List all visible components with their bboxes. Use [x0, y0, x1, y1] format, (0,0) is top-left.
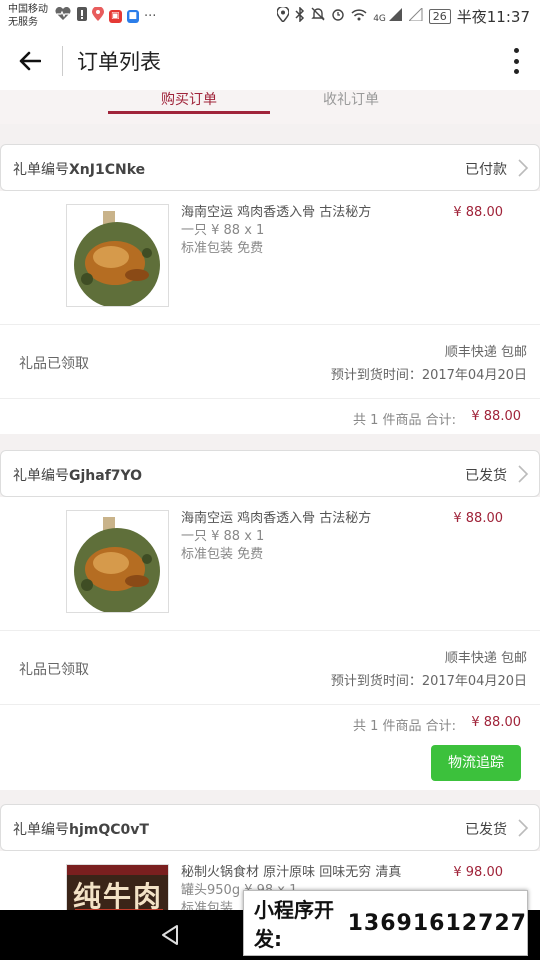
- item-count-summary: 共 1 件商品 合计:: [352, 719, 456, 734]
- order-status: 已发货: [465, 468, 507, 484]
- product-name: 秘制火锅食材 原汁原味 回味无穷 清真: [181, 865, 402, 880]
- bluetooth-icon: [295, 5, 305, 26]
- gift-status: 礼品已领取: [19, 662, 89, 678]
- tab-label: 收礼订单: [323, 92, 379, 108]
- app-notification-icon: ▣: [109, 9, 122, 23]
- product-image: [66, 204, 169, 307]
- order-header[interactable]: 礼单编号XnJ1CNke 已付款: [0, 144, 540, 191]
- product-price: ¥ 88.00: [453, 511, 503, 526]
- estimated-arrival: 预计到货时间：2017年04月20日: [330, 674, 527, 689]
- order-summary: 共 1 件商品 合计: ¥ 88.00 物流追踪: [0, 704, 540, 790]
- battery-level: 26: [432, 9, 447, 23]
- order-tabs: 购买订单 收礼订单: [0, 90, 540, 124]
- roast-chicken-image: [67, 511, 168, 612]
- order-card: 礼单编号Gjhaf7YO 已发货 海南空运 鸡肉香透入骨 古法秘方 一只 ¥ 8…: [0, 450, 540, 790]
- product-image-label: 纯牛肉: [73, 880, 164, 910]
- nav-back-icon[interactable]: [160, 924, 180, 946]
- order-status: 已付款: [465, 162, 507, 178]
- tab-label: 购买订单: [161, 92, 217, 108]
- more-dot-icon: [513, 58, 519, 64]
- carrier-info: 中国移动 无服务: [8, 3, 48, 29]
- developer-ad-banner: 小程序开发: 13691612727: [243, 890, 528, 956]
- heart-rate-icon: [54, 6, 72, 25]
- order-total: ¥ 88.00: [471, 409, 521, 424]
- product-price: ¥ 88.00: [453, 205, 503, 220]
- more-dot-icon: [513, 48, 519, 53]
- signal-label: 4G: [373, 14, 386, 24]
- product-name: 海南空运 鸡肉香透入骨 古法秘方: [181, 205, 372, 220]
- estimated-arrival: 预计到货时间：2017年04月20日: [330, 368, 527, 383]
- product-name: 海南空运 鸡肉香透入骨 古法秘方: [181, 511, 372, 526]
- product-packaging: 标准包装 免费: [181, 241, 264, 256]
- mute-icon: [311, 7, 325, 25]
- location-icon: [276, 5, 290, 26]
- carrier-name: 中国移动: [8, 4, 48, 15]
- order-total: ¥ 88.00: [471, 715, 521, 730]
- back-button[interactable]: [0, 32, 60, 90]
- shipping-method: 顺丰快递 包邮: [444, 345, 527, 360]
- tab-received-gift-orders[interactable]: 收礼订单: [270, 90, 432, 124]
- product-image: [66, 510, 169, 613]
- order-list[interactable]: 礼单编号XnJ1CNke 已付款 海南空运 鸡肉香透入骨 古法秘方 一只 ¥ 8…: [0, 124, 540, 910]
- order-header[interactable]: 礼单编号hjmQC0vT 已发货: [0, 804, 540, 851]
- order-item[interactable]: 海南空运 鸡肉香透入骨 古法秘方 一只 ¥ 88 x 1 标准包装 免费 ¥ 8…: [0, 191, 540, 324]
- product-quantity: 一只 ¥ 88 x 1: [181, 529, 265, 544]
- battery-icon: 26: [428, 8, 451, 24]
- shipping-info: 礼品已领取 顺丰快递 包邮 预计到货时间：2017年04月20日: [0, 324, 540, 398]
- carrier-service: 无服务: [8, 17, 38, 28]
- order-id-prefix: 礼单编号: [13, 822, 69, 838]
- order-card: 礼单编号XnJ1CNke 已付款 海南空运 鸡肉香透入骨 古法秘方 一只 ¥ 8…: [0, 144, 540, 434]
- order-id-prefix: 礼单编号: [13, 468, 69, 484]
- news-app-icon: ■: [126, 9, 140, 23]
- arrow-left-icon: [19, 51, 41, 71]
- tab-purchase-orders[interactable]: 购买订单: [108, 90, 270, 124]
- order-header[interactable]: 礼单编号Gjhaf7YO 已发货: [0, 450, 540, 497]
- chevron-right-icon: [518, 159, 529, 177]
- chevron-right-icon: [518, 465, 529, 483]
- ad-label: 小程序开发:: [254, 898, 334, 951]
- order-id-value: hjmQC0vT: [69, 822, 149, 838]
- order-id-value: XnJ1CNke: [69, 162, 146, 178]
- roast-chicken-image: [67, 205, 168, 306]
- shipping-method: 顺丰快递 包邮: [444, 651, 527, 666]
- active-tab-indicator: [108, 111, 270, 114]
- order-summary: 共 1 件商品 合计: ¥ 88.00: [0, 398, 540, 434]
- map-pin-app-icon: [92, 6, 104, 25]
- gift-status: 礼品已领取: [19, 356, 89, 372]
- chevron-right-icon: [518, 819, 529, 837]
- alert-icon: [77, 7, 87, 25]
- order-id-value: Gjhaf7YO: [69, 468, 143, 484]
- ad-phone: 13691612727: [347, 910, 527, 936]
- order-id: 礼单编号XnJ1CNke: [13, 159, 145, 179]
- product-image: 纯牛肉: [66, 864, 169, 910]
- track-shipment-button[interactable]: 物流追踪: [431, 745, 521, 781]
- order-id: 礼单编号hjmQC0vT: [13, 819, 149, 839]
- order-id-prefix: 礼单编号: [13, 162, 69, 178]
- more-dot-icon: [513, 69, 519, 74]
- title-divider: [62, 46, 63, 76]
- item-count-summary: 共 1 件商品 合计:: [352, 413, 456, 428]
- page-title: 订单列表: [77, 50, 161, 74]
- product-quantity: 一只 ¥ 88 x 1: [181, 223, 265, 238]
- wifi-icon: [351, 8, 367, 25]
- product-packaging: 标准包装: [181, 901, 234, 910]
- product-packaging: 标准包装 免费: [181, 547, 264, 562]
- product-price: ¥ 98.00: [453, 865, 503, 880]
- order-item[interactable]: 海南空运 鸡肉香透入骨 古法秘方 一只 ¥ 88 x 1 标准包装 免费 ¥ 8…: [0, 497, 540, 630]
- alarm-icon: [331, 7, 345, 25]
- order-status: 已发货: [465, 822, 507, 838]
- shipping-info: 礼品已领取 顺丰快递 包邮 预计到货时间：2017年04月20日: [0, 630, 540, 704]
- clock: 半夜11:37: [456, 7, 530, 26]
- more-notifications-icon: ···: [144, 8, 157, 24]
- signal-4g-icon: 4G: [373, 8, 403, 24]
- app-bar: 订单列表: [0, 32, 540, 90]
- status-bar: 中国移动 无服务 ▣ ■ ··· 4G 26 半夜11:37: [0, 0, 540, 32]
- more-options-button[interactable]: [506, 46, 526, 76]
- order-id: 礼单编号Gjhaf7YO: [13, 465, 142, 485]
- signal-icon: [407, 6, 423, 25]
